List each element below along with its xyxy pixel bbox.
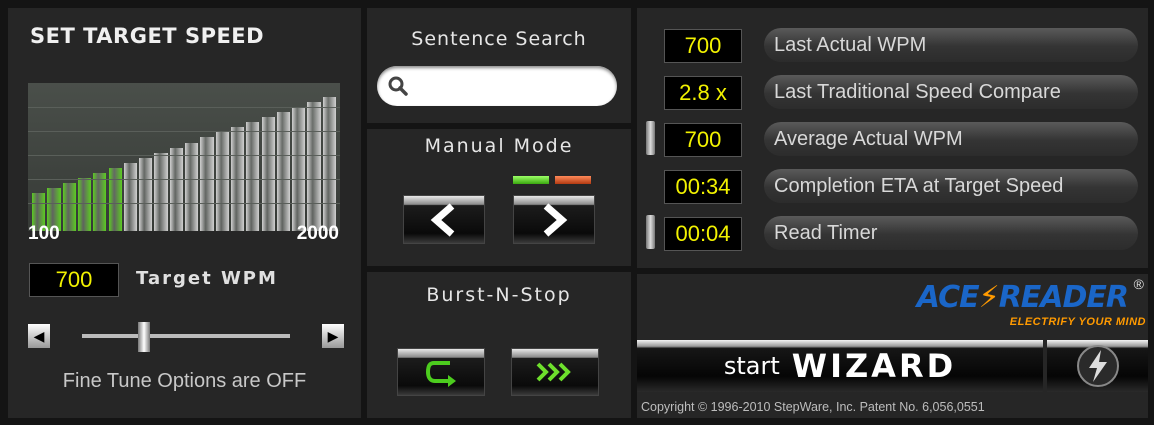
speed-bar-graph[interactable] xyxy=(28,83,340,231)
speed-bar[interactable] xyxy=(292,107,306,231)
speed-panel-title: SET TARGET SPEED xyxy=(30,24,265,48)
speed-bar[interactable] xyxy=(62,182,76,231)
stat-label: Completion ETA at Target Speed xyxy=(764,169,1138,203)
chevron-left-icon xyxy=(430,202,455,237)
average-wpm-side-tab[interactable] xyxy=(646,121,655,155)
sentence-search-input-wrap[interactable] xyxy=(377,66,617,106)
sentence-search-input[interactable] xyxy=(415,72,609,100)
slider-left-arrow-button[interactable]: ◀ xyxy=(28,324,50,348)
sentence-search-title: Sentence Search xyxy=(411,28,587,50)
stat-label: Last Traditional Speed Compare xyxy=(764,75,1138,109)
stat-value-display: 700 xyxy=(664,123,742,157)
stat-value-display: 2.8 x xyxy=(664,76,742,110)
logo-tagline: ELECTRIFY YOUR MIND xyxy=(1009,316,1146,328)
stat-value-display: 00:04 xyxy=(664,217,742,251)
speed-bar[interactable] xyxy=(200,137,214,231)
sentence-search-panel: Sentence Search xyxy=(367,8,631,123)
target-wpm-label: Target WPM xyxy=(136,268,278,289)
slider-track[interactable] xyxy=(82,334,290,338)
stat-value-display: 00:34 xyxy=(664,170,742,204)
stat-value-display: 700 xyxy=(664,29,742,63)
ace-reader-control-panel: SET TARGET SPEED 100 2000 700 Target WPM… xyxy=(0,0,1154,425)
fast-forward-icon xyxy=(536,362,571,382)
repeat-arrow-icon xyxy=(425,361,456,387)
right-triangle-icon: ▶ xyxy=(327,327,339,344)
start-wizard-start-text: start xyxy=(723,352,780,380)
logo-reader-text: READER xyxy=(998,280,1129,315)
speed-bar[interactable] xyxy=(77,177,92,231)
logo-ace-text: ACE xyxy=(916,280,980,315)
target-wpm-display[interactable]: 700 xyxy=(29,263,119,297)
speed-bar[interactable] xyxy=(123,162,138,231)
manual-previous-button[interactable] xyxy=(403,195,485,244)
slider-thumb[interactable] xyxy=(138,322,151,352)
speed-bar[interactable] xyxy=(93,172,107,231)
lightning-bolt-icon: ⚡ xyxy=(978,280,1000,315)
search-icon xyxy=(388,76,408,96)
speed-bar[interactable] xyxy=(215,132,229,231)
speed-bar[interactable] xyxy=(139,157,153,231)
logo-registered-mark: ® xyxy=(1133,276,1144,292)
burst-repeat-button[interactable] xyxy=(397,348,485,396)
speed-bar[interactable] xyxy=(261,117,275,231)
manual-mode-panel: Manual Mode xyxy=(367,129,631,266)
burst-n-stop-panel: Burst-N-Stop xyxy=(367,272,631,418)
speed-bar[interactable] xyxy=(169,147,183,231)
burst-n-stop-title: Burst-N-Stop xyxy=(426,284,572,306)
power-bolt-button[interactable] xyxy=(1047,340,1148,392)
speed-bar[interactable] xyxy=(154,152,168,231)
left-triangle-icon: ◀ xyxy=(33,327,45,344)
min-speed-label: 100 xyxy=(28,223,60,244)
speed-bar[interactable] xyxy=(108,167,122,231)
stat-label: Last Actual WPM xyxy=(764,28,1138,62)
manual-next-button[interactable] xyxy=(513,195,595,244)
fine-tune-slider[interactable]: ◀ ▶ xyxy=(28,322,344,352)
speed-bar[interactable] xyxy=(322,97,336,231)
stat-label: Read Timer xyxy=(764,216,1138,250)
max-speed-label: 2000 xyxy=(296,223,339,244)
speed-bar[interactable] xyxy=(246,122,260,231)
lightning-bolt-button-icon xyxy=(1076,345,1119,387)
copyright-text: Copyright © 1996-2010 StepWare, Inc. Pat… xyxy=(641,400,985,414)
stats-panel: 700 Last Actual WPM 2.8 x Last Traditional … xyxy=(637,8,1148,268)
manual-mode-red-indicator xyxy=(555,176,591,184)
start-wizard-wizard-text: WIZARD xyxy=(791,347,957,385)
ace-reader-logo: ACE⚡READER xyxy=(916,280,1129,315)
brand-panel: ACE⚡READER ® ELECTRIFY YOUR MIND start W… xyxy=(637,274,1148,418)
stat-label: Average Actual WPM xyxy=(764,122,1138,156)
speed-panel: SET TARGET SPEED 100 2000 700 Target WPM… xyxy=(8,8,361,418)
manual-mode-title: Manual Mode xyxy=(424,135,574,157)
burst-fast-forward-button[interactable] xyxy=(511,348,599,396)
slider-right-arrow-button[interactable]: ▶ xyxy=(322,324,344,348)
start-wizard-button[interactable]: start WIZARD xyxy=(637,340,1043,392)
read-timer-side-tab[interactable] xyxy=(646,215,655,249)
fine-tune-status: Fine Tune Options are OFF xyxy=(62,370,307,392)
speed-bar[interactable] xyxy=(307,102,321,231)
manual-mode-green-indicator xyxy=(513,176,549,184)
chevron-right-icon xyxy=(543,202,568,237)
